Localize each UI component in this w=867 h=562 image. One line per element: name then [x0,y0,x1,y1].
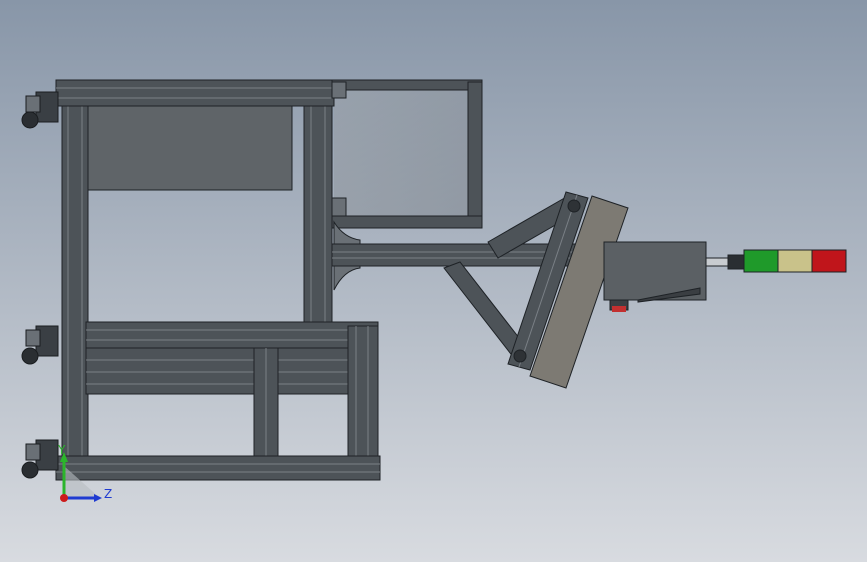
stack-light-yellow [777,249,813,273]
glass-guard [334,86,478,222]
stack-light-green [743,249,779,273]
lower-post-b [347,325,379,477]
stack-light-red [811,249,847,273]
z-axis-label: Z [104,487,112,501]
guard-top-rail [331,79,483,91]
lower-middle-rail [85,347,353,395]
guard-bottom-rail [331,215,483,229]
top-rail [55,79,335,107]
stack-light-pole [705,257,729,267]
triad-origin [60,494,68,502]
cad-viewport[interactable]: Y Z [0,0,867,562]
stack-light-base [727,254,745,270]
base-rail [55,455,381,481]
back-panel [87,105,293,191]
guard-right-post [467,81,483,229]
y-axis-label: Y [57,443,66,457]
left-post [61,81,89,479]
assembly-scene[interactable]: Y Z [0,0,867,562]
middle-post [303,81,333,327]
lower-top-rail [85,321,379,349]
